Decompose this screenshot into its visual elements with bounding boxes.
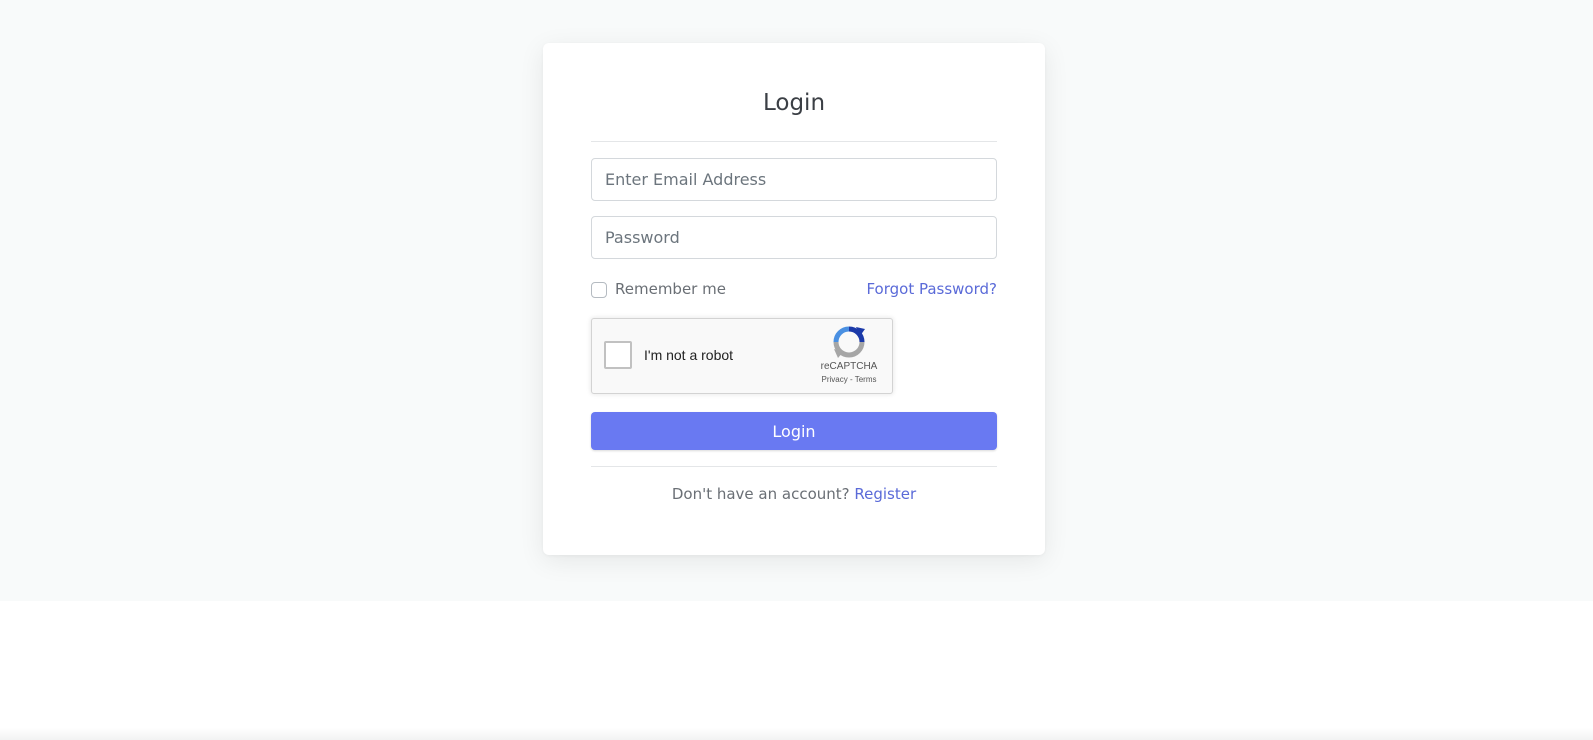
email-input[interactable] bbox=[591, 158, 997, 201]
password-input[interactable] bbox=[591, 216, 997, 259]
remember-me-label[interactable]: Remember me bbox=[615, 280, 726, 298]
register-prompt-text: Don't have an account? bbox=[671, 485, 855, 503]
remember-me-checkbox[interactable] bbox=[591, 282, 607, 298]
login-card: Login Remember me Forgot Password? I'm n… bbox=[543, 43, 1045, 555]
remember-row: Remember me Forgot Password? bbox=[591, 280, 997, 300]
register-prompt-row: Don't have an account? Register bbox=[543, 485, 1045, 503]
footer-divider bbox=[591, 466, 997, 467]
page-title: Login bbox=[762, 90, 826, 116]
recaptcha-logo-icon bbox=[833, 326, 865, 358]
recaptcha-checkbox[interactable] bbox=[604, 341, 632, 369]
recaptcha-privacy-terms-links[interactable]: Privacy - Terms bbox=[814, 375, 884, 384]
recaptcha-widget: I'm not a robot reCAPTCHA Privacy - Term… bbox=[591, 318, 893, 394]
title-divider bbox=[591, 141, 997, 142]
forgot-password-link[interactable]: Forgot Password? bbox=[866, 280, 997, 298]
register-link[interactable]: Register bbox=[854, 485, 916, 503]
bottom-strip bbox=[0, 728, 1593, 740]
recaptcha-label: I'm not a robot bbox=[644, 347, 734, 363]
login-button[interactable]: Login bbox=[591, 412, 997, 450]
recaptcha-brand: reCAPTCHA bbox=[820, 361, 878, 372]
